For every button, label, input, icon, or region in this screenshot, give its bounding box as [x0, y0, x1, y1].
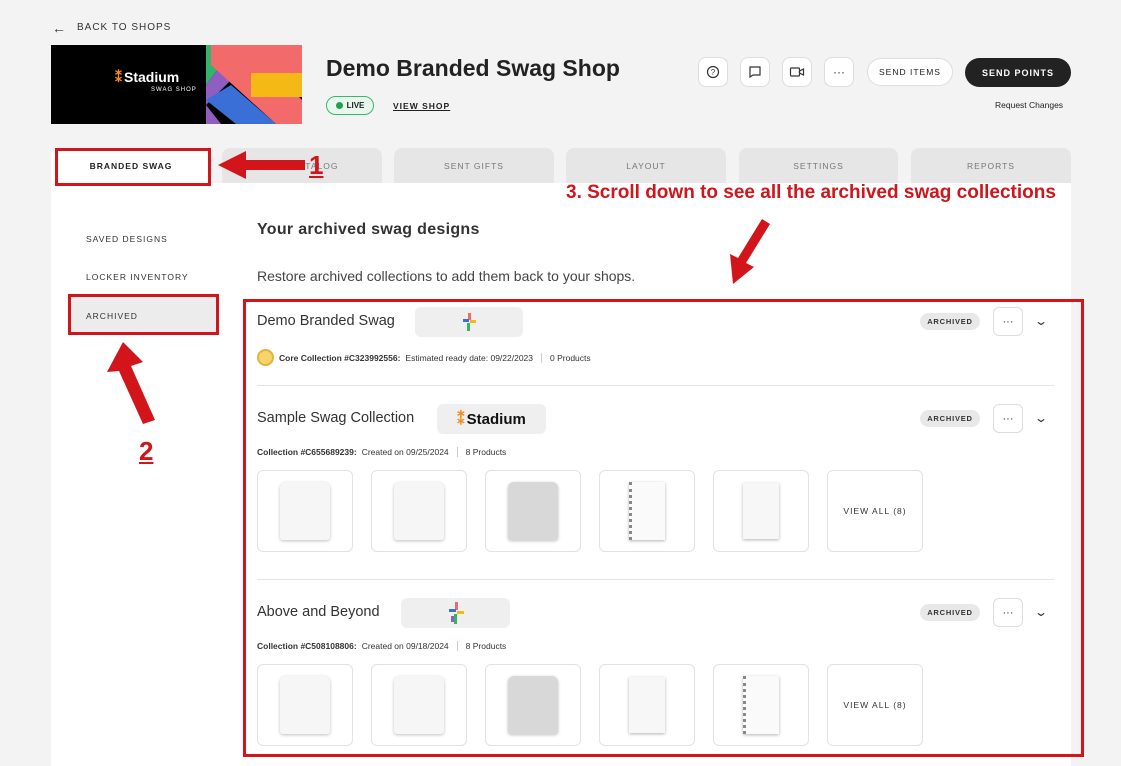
more-button[interactable]: ··· — [824, 57, 854, 87]
live-dot-icon — [335, 102, 343, 109]
back-to-shops-label: BACK TO SHOPS — [77, 22, 172, 33]
back-to-shops-link[interactable]: ← BACK TO SHOPS — [52, 19, 172, 36]
help-button[interactable]: ? — [698, 57, 728, 87]
tab-settings[interactable]: SETTINGS — [739, 148, 898, 183]
send-items-button[interactable]: SEND ITEMS — [867, 58, 953, 86]
sidebar-item-locker-inventory[interactable]: LOCKER INVENTORY — [86, 272, 189, 282]
video-icon — [789, 67, 805, 77]
annotation-box-tab — [55, 148, 211, 186]
annotation-box-archived — [68, 294, 219, 335]
section-title: Your archived swag designs — [257, 221, 480, 238]
video-button[interactable] — [782, 57, 812, 87]
status-badge: LIVE — [326, 96, 374, 115]
request-changes-link[interactable]: Request Changes — [995, 100, 1063, 110]
annotation-box-collections — [243, 299, 1084, 757]
tab-gift-catalog[interactable]: GIFT CATALOG — [222, 148, 382, 183]
page-title: Demo Branded Swag Shop — [326, 55, 620, 81]
banner-logo: ⁑ Stadium — [115, 69, 180, 85]
chat-button[interactable] — [740, 57, 770, 87]
tab-sent-gifts[interactable]: SENT GIFTS — [394, 148, 554, 183]
tab-reports[interactable]: REPORTS — [911, 148, 1071, 183]
view-shop-link[interactable]: VIEW SHOP — [393, 101, 450, 111]
shop-banner: ⁑ Stadium SWAG SHOP — [51, 45, 302, 124]
banner-subtitle: SWAG SHOP — [151, 87, 197, 93]
section-subtitle: Restore archived collections to add them… — [257, 268, 636, 284]
svg-text:?: ? — [711, 68, 716, 77]
chat-icon — [749, 66, 761, 79]
annotation-step-1: 1 — [309, 150, 324, 180]
annotation-step-2: 2 — [139, 436, 154, 466]
arrow-left-icon: ← — [52, 19, 67, 36]
sidebar-item-saved-designs[interactable]: SAVED DESIGNS — [86, 234, 168, 244]
annotation-step-3: 3. Scroll down to see all the archived s… — [566, 182, 1056, 203]
more-icon: ··· — [833, 65, 845, 79]
status-label: LIVE — [346, 101, 365, 110]
send-points-button[interactable]: SEND POINTS — [965, 58, 1071, 87]
tab-layout[interactable]: LAYOUT — [566, 148, 726, 183]
help-icon: ? — [706, 65, 720, 79]
